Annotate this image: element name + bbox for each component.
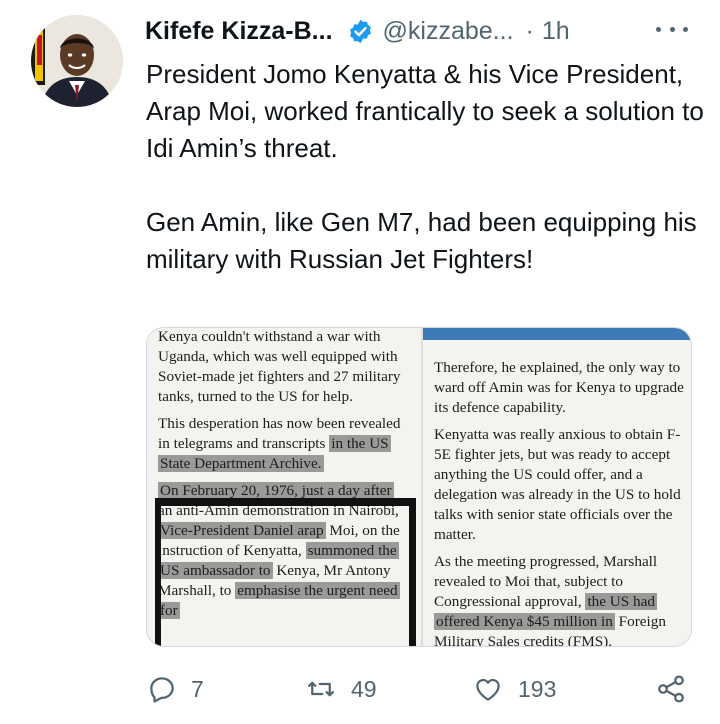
reply-icon xyxy=(147,674,177,704)
marker-bracket xyxy=(155,498,416,646)
like-icon xyxy=(472,674,504,704)
clipping-paragraph: Kenya couldn't withstand a war with Ugan… xyxy=(158,328,401,405)
timestamp[interactable]: 1h xyxy=(542,17,570,46)
like-button[interactable]: 193 xyxy=(472,666,556,712)
share-icon xyxy=(655,673,687,705)
clipping-paragraph: As the meeting progressed, Marshall reve… xyxy=(434,553,666,646)
tweet-actions: 7 49 193 xyxy=(0,666,720,712)
share-button[interactable] xyxy=(655,666,687,712)
avatar-image xyxy=(31,15,123,107)
tweet-paragraph: Gen Amin, like Gen M7, had been equippin… xyxy=(146,207,697,274)
retweet-icon xyxy=(305,674,337,704)
retweet-button[interactable]: 49 xyxy=(305,666,377,712)
more-icon[interactable] xyxy=(656,22,688,36)
tweet-text: President Jomo Kenyatta & his Vice Presi… xyxy=(146,56,706,278)
clipping-paragraph: Therefore, he explained, the only way to… xyxy=(434,359,684,416)
clipping-column: Therefore, he explained, the only way to… xyxy=(434,358,684,646)
clipping-paragraph: Kenyatta was really anxious to obtain F-… xyxy=(434,426,681,543)
reply-button[interactable]: 7 xyxy=(147,666,204,712)
clipping-header-band xyxy=(423,328,691,340)
reply-count: 7 xyxy=(191,675,204,702)
tweet-header: Kifefe Kizza-B... @kizzabe... · 1h xyxy=(145,14,570,48)
newspaper-clipping-left[interactable]: Kenya couldn't withstand a war with Ugan… xyxy=(147,328,417,646)
clipping-paragraph: This desperation has now been revealed i… xyxy=(158,415,401,472)
avatar[interactable] xyxy=(31,15,123,107)
header-separator: · xyxy=(525,16,534,45)
retweet-count: 49 xyxy=(351,675,377,702)
verified-badge-icon xyxy=(347,18,374,45)
highlighted-text: On February 20, 1976, just a day after xyxy=(158,482,394,499)
like-count: 193 xyxy=(518,675,557,702)
newspaper-clipping-right[interactable]: Therefore, he explained, the only way to… xyxy=(421,328,691,646)
tweet-paragraph: President Jomo Kenyatta & his Vice Presi… xyxy=(146,59,704,163)
author-name[interactable]: Kifefe Kizza-B... xyxy=(145,17,333,46)
author-handle[interactable]: @kizzabe... xyxy=(383,17,514,46)
tweet-media[interactable]: Kenya couldn't withstand a war with Ugan… xyxy=(146,327,692,647)
